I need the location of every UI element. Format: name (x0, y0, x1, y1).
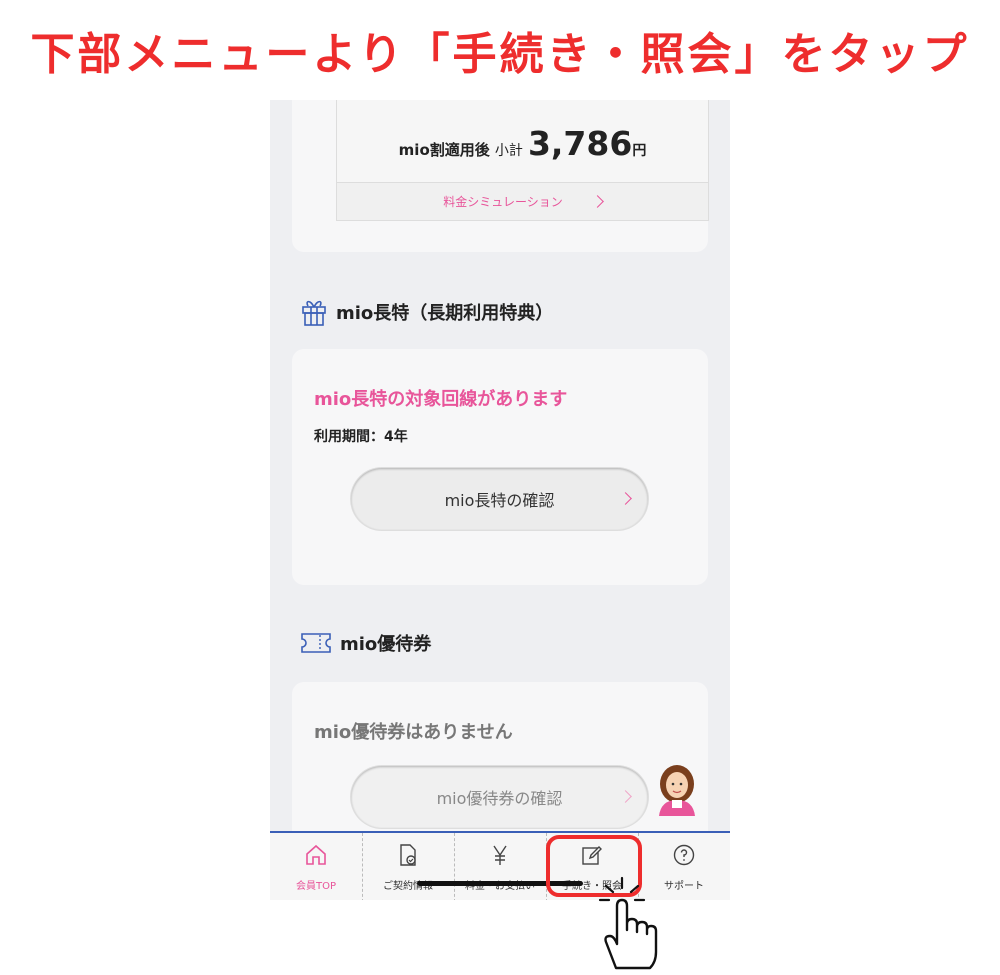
operator-avatar-icon[interactable] (655, 760, 699, 816)
longterm-card: mio長特の対象回線があります 利用期間：4年 mio長特の確認 (292, 349, 708, 585)
help-icon (673, 844, 695, 866)
yen-icon (493, 845, 507, 865)
fee-simulation-label: 料金シミュレーション (443, 195, 563, 209)
subtotal-line: mio割適用後 小計 3,786円 (337, 124, 708, 163)
chevron-right-icon (619, 492, 632, 505)
longterm-period: 利用期間：4年 (314, 429, 408, 445)
coupon-section-label: mio優待券 (340, 634, 432, 655)
home-icon (306, 844, 326, 865)
app-screen: mio割適用後 小計 3,786円 料金シミュレーション mio長特（長期利用特… (270, 100, 730, 900)
tap-hand-icon (598, 876, 658, 970)
longterm-check-label: mio長特の確認 (444, 491, 555, 510)
subtotal-unit: 円 (632, 143, 647, 159)
coupon-check-button[interactable]: mio優待券の確認 (351, 766, 648, 828)
subtotal-box: mio割適用後 小計 3,786円 料金シミュレーション (336, 100, 709, 221)
subtotal-small-label: 小計 (494, 143, 523, 159)
coupon-section-title: mio優待券 (300, 630, 431, 656)
fee-summary-card: mio割適用後 小計 3,786円 料金シミュレーション (292, 100, 709, 252)
longterm-section-title: mio長特（長期利用特典） (300, 297, 553, 327)
tab-contract-info[interactable]: ご契約情報 (362, 833, 454, 900)
fee-simulation-link[interactable]: 料金シミュレーション (337, 182, 708, 220)
subtotal-amount: 3,786 (527, 124, 633, 163)
longterm-section-label: mio長特（長期利用特典） (336, 303, 554, 324)
instruction-headline: 下部メニューより「手続き・照会」をタップ (30, 29, 970, 80)
tab-member-top[interactable]: 会員TOP (270, 833, 362, 900)
coupon-status: mio優待券はありません (314, 722, 513, 743)
ticket-icon (301, 633, 331, 653)
longterm-check-button[interactable]: mio長特の確認 (351, 468, 648, 530)
gift-icon (302, 300, 326, 326)
longterm-status: mio長特の対象回線があります (314, 389, 568, 410)
subtotal-label: mio割適用後 (398, 141, 490, 159)
tab-fees-payment[interactable]: 料金・お支払い (454, 833, 546, 900)
coupon-check-label: mio優待券の確認 (436, 789, 563, 808)
tab-member-top-label: 会員TOP (295, 881, 336, 892)
chevron-right-icon (619, 790, 632, 803)
contract-icon (400, 844, 416, 866)
chevron-right-icon (590, 195, 604, 208)
